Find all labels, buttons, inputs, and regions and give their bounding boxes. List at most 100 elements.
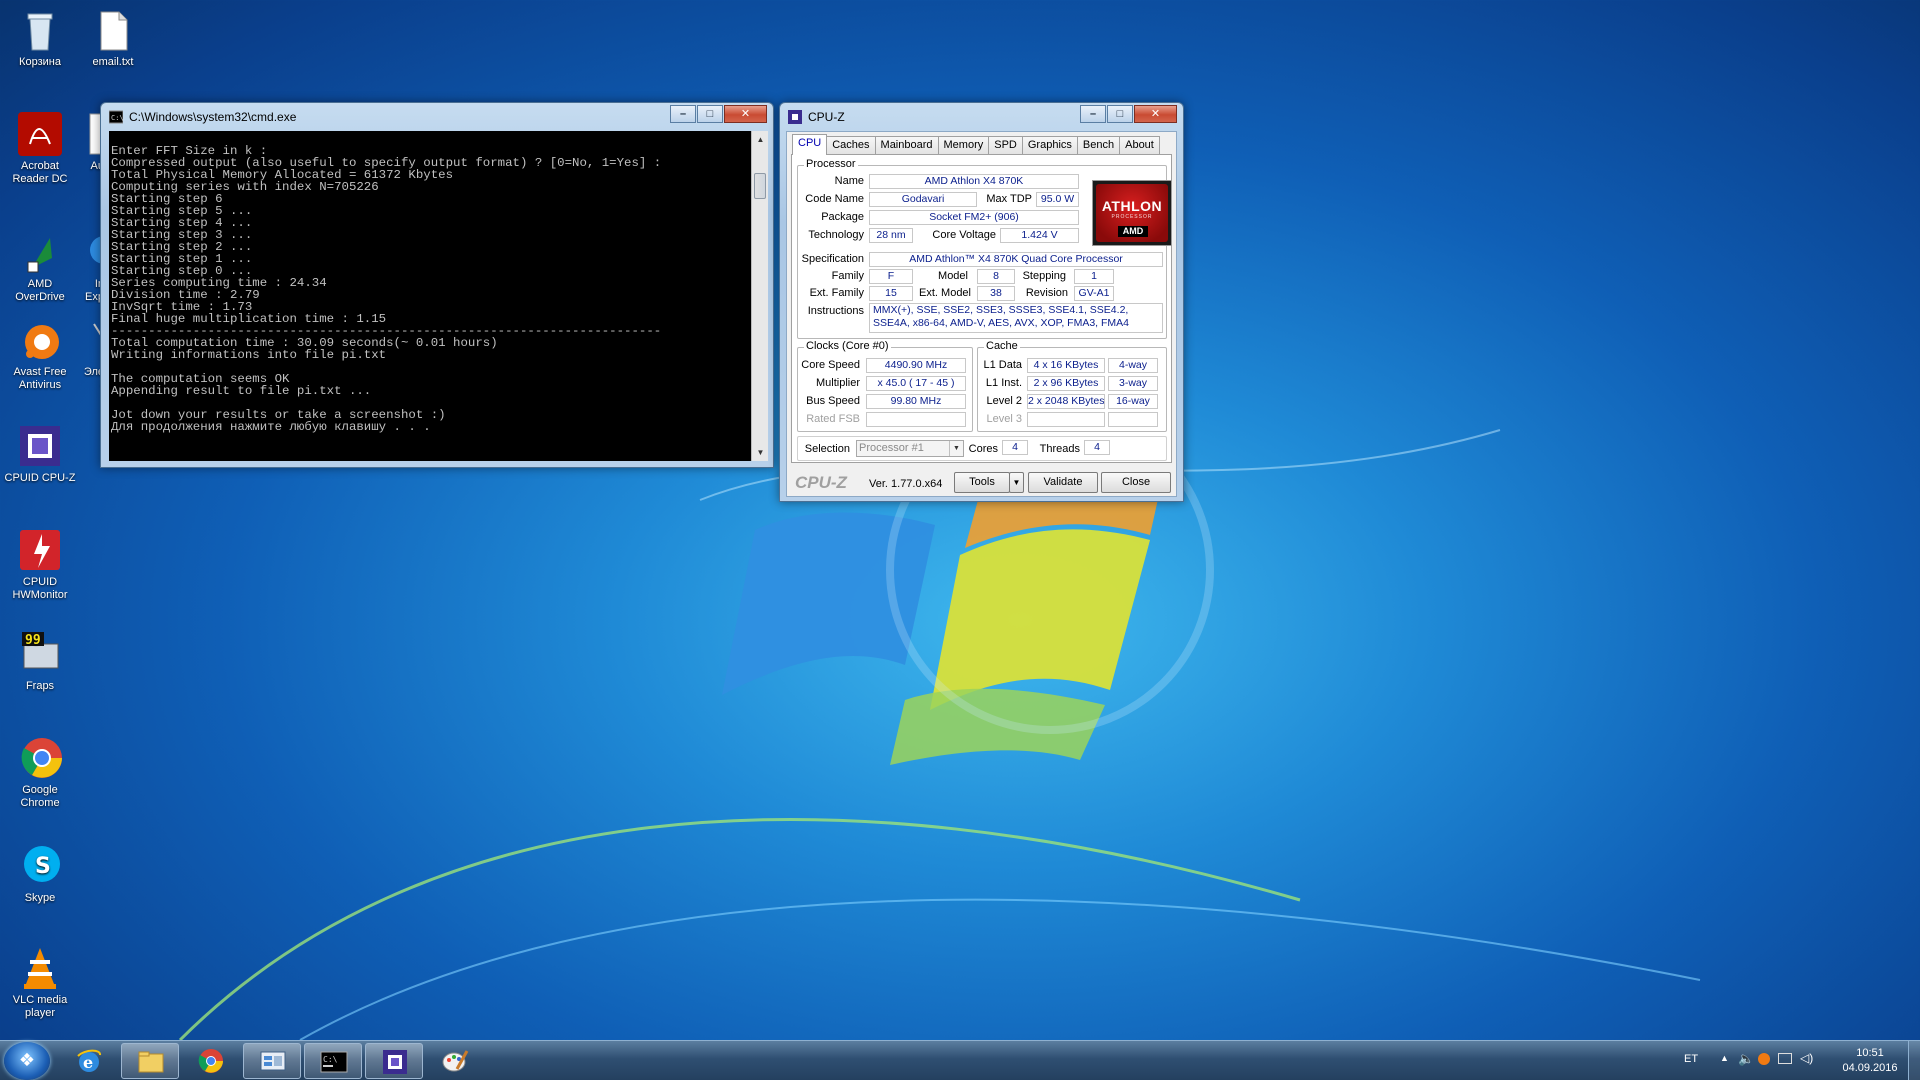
close-button[interactable]: ✕ [724, 105, 767, 123]
model-value: 8 [977, 269, 1015, 284]
cpuz-brand: CPU-Z [795, 473, 847, 492]
network-icon[interactable] [1778, 1053, 1792, 1064]
folder-icon [137, 1048, 165, 1076]
desktop-icon-email-txt[interactable]: email.txt [73, 6, 153, 69]
package-value: Socket FM2+ (906) [869, 210, 1079, 225]
console-line: Writing informations into file pi.txt [111, 348, 387, 362]
validate-label: Validate [1043, 476, 1083, 488]
tab-cpu[interactable]: CPU [792, 134, 828, 155]
tab-spd[interactable]: SPD [988, 136, 1023, 154]
desktop-icon-cpuz[interactable]: CPUID CPU-Z [0, 422, 80, 485]
taskbar-ie[interactable]: e [60, 1043, 118, 1079]
svg-text:S: S [35, 854, 51, 879]
processor-group-title: Processor [804, 158, 858, 170]
clock-time: 10:51 [1856, 1047, 1884, 1059]
taskbar: ❖ e C:\ ET ▲ 🔈 ◁) 10:51 04.09.2016 [0, 1040, 1920, 1080]
extfamily-label: Ext. Family [809, 287, 864, 299]
taskbar-chrome[interactable] [182, 1043, 240, 1079]
tab-memory[interactable]: Memory [937, 136, 990, 154]
specification-label: Specification [801, 253, 864, 265]
taskbar-paint[interactable] [426, 1043, 484, 1079]
minimize-button[interactable]: – [670, 105, 696, 123]
level3-value [1027, 412, 1105, 427]
speaker-icon[interactable]: 🔈 [1738, 1051, 1754, 1067]
desktop-icon-chrome[interactable]: Google Chrome [0, 734, 80, 810]
tab-mainboard[interactable]: Mainboard [874, 136, 939, 154]
taskbar-cmd[interactable]: C:\ [304, 1043, 362, 1079]
start-button[interactable]: ❖ [4, 1042, 50, 1080]
validate-button[interactable]: Validate [1028, 472, 1098, 493]
corespeed-label: Core Speed [801, 359, 860, 371]
ratedfsb-label: Rated FSB [806, 413, 860, 425]
system-tray: ET ▲ 🔈 ◁) 10:51 04.09.2016 [1630, 1041, 1920, 1080]
clock-date: 04.09.2016 [1842, 1062, 1898, 1074]
scroll-down-icon[interactable]: ▼ [752, 444, 769, 461]
svg-text:99: 99 [25, 633, 41, 648]
minimize-button[interactable]: – [1080, 105, 1106, 123]
maximize-button[interactable]: □ [697, 105, 723, 123]
chevron-down-icon: ▼ [949, 441, 963, 456]
multiplier-label: Multiplier [815, 377, 860, 389]
taskbar-cpuz[interactable] [365, 1043, 423, 1079]
processor-select[interactable]: Processor #1 ▼ [856, 440, 964, 457]
avast-tray-icon[interactable] [1758, 1053, 1770, 1065]
scroll-thumb[interactable] [754, 173, 766, 199]
cpuz-titlebar[interactable]: CPU-Z – □ ✕ [780, 103, 1183, 131]
desktop-icon-partial-ele[interactable]: Эле - [64, 316, 104, 392]
console-output[interactable]: Enter FFT Size in k : Compressed output (… [109, 131, 751, 461]
desktop-icon-fraps[interactable]: 99 Fraps [0, 630, 80, 693]
amd-logo: AMD [1118, 226, 1148, 237]
tools-dropdown-button[interactable]: ▼ [1009, 472, 1024, 493]
codename-value: Godavari [869, 192, 977, 207]
scroll-up-icon[interactable]: ▲ [752, 131, 769, 148]
cmd-window[interactable]: C:\ C:\Windows\system32\cmd.exe – □ ✕ En… [100, 102, 774, 468]
l1data-way: 4-way [1108, 358, 1158, 373]
svg-text:e: e [83, 1053, 93, 1072]
desktop-icon-partial-ie[interactable]: In Exp [64, 228, 104, 304]
desktop-icon-partial-au[interactable]: Au [64, 110, 104, 173]
desktop-icon-recycle-bin[interactable]: Корзина [0, 6, 80, 69]
desktop-icon-skype[interactable]: S Skype [0, 842, 80, 905]
extmodel-label: Ext. Model [919, 287, 971, 299]
close-button[interactable]: ✕ [1134, 105, 1177, 123]
show-hidden-icons-icon[interactable]: ▲ [1720, 1053, 1729, 1063]
taskbar-explorer[interactable] [121, 1043, 179, 1079]
l1inst-label: L1 Inst. [985, 377, 1022, 389]
clock[interactable]: 10:51 04.09.2016 [1838, 1046, 1902, 1076]
tab-caches[interactable]: Caches [826, 136, 876, 154]
logo-text: ATHLON [1101, 198, 1163, 214]
clocks-group-title: Clocks (Core #0) [804, 340, 891, 352]
cpu-tab-pane: Processor Name AMD Athlon X4 870K Code N… [791, 154, 1172, 463]
corevoltage-value: 1.424 V [1000, 228, 1079, 243]
maxtdp-label: Max TDP [986, 193, 1032, 205]
desktop-icon-vlc[interactable]: VLC media player [0, 944, 80, 1020]
taskbar-control-panel[interactable] [243, 1043, 301, 1079]
codename-label: Code Name [805, 193, 864, 205]
multiplier-value: x 45.0 ( 17 - 45 ) [866, 376, 966, 391]
tab-bench[interactable]: Bench [1076, 136, 1121, 154]
vertical-scrollbar[interactable]: ▲ ▼ [751, 131, 768, 461]
show-desktop-button[interactable] [1908, 1041, 1920, 1080]
technology-label: Technology [808, 229, 864, 241]
language-indicator[interactable]: ET [1684, 1053, 1698, 1065]
tools-button[interactable]: Tools [954, 472, 1010, 493]
close-button[interactable]: Close [1101, 472, 1171, 493]
internet-explorer-icon: e [75, 1047, 103, 1075]
cpuz-client: CPU Caches Mainboard Memory SPD Graphics… [786, 131, 1177, 497]
cpu-z-icon [381, 1048, 409, 1076]
cmd-titlebar[interactable]: C:\ C:\Windows\system32\cmd.exe – □ ✕ [101, 103, 773, 131]
tab-graphics[interactable]: Graphics [1021, 136, 1078, 154]
volume-icon[interactable]: ◁) [1800, 1051, 1813, 1065]
maximize-button[interactable]: □ [1107, 105, 1133, 123]
desktop-icon-hwmonitor[interactable]: CPUID HWMonitor [0, 526, 80, 602]
vlc-icon [16, 944, 64, 992]
tab-about[interactable]: About [1119, 136, 1160, 154]
svg-text:C:\: C:\ [111, 114, 123, 122]
amd-overdrive-icon [16, 228, 64, 276]
chrome-icon [197, 1047, 225, 1075]
cpu-z-icon [16, 422, 64, 470]
extfamily-value: 15 [869, 286, 913, 301]
cpu-z-icon [788, 110, 802, 124]
cores-label: Cores [968, 443, 998, 455]
cpuz-window[interactable]: CPU-Z – □ ✕ CPU Caches Mainboard Memory … [779, 102, 1184, 502]
